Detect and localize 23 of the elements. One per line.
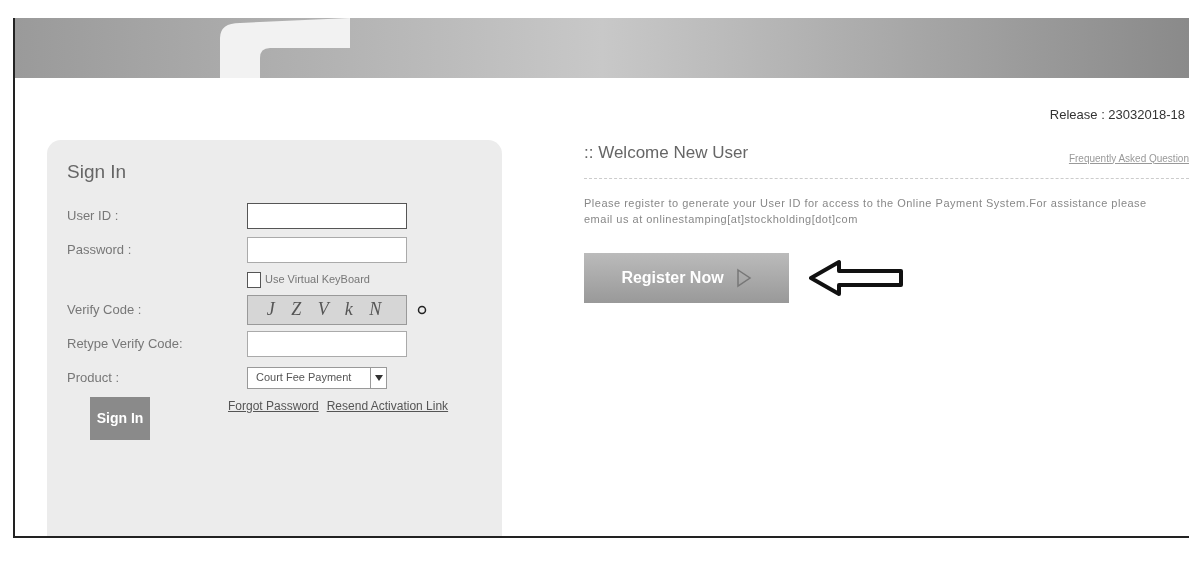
input-field[interactable] — [247, 202, 407, 229]
register-message: Please register to generate your User ID for access to the Online Payment System.For assistance please email us at onlinestamping[at]stockholding[dot]com — [584, 195, 1148, 227]
checkbox-label: Use Virtual KeyBoard — [265, 272, 370, 288]
input-field[interactable] — [247, 236, 407, 263]
field-label: Product : — [67, 368, 121, 387]
checkbox[interactable] — [247, 271, 261, 288]
product-select[interactable]: Court Fee Payment — [247, 366, 387, 389]
sign-in-button[interactable]: Sign In — [90, 396, 150, 440]
play-triangle-icon — [735, 267, 752, 288]
arrow-icon — [809, 257, 905, 298]
text-link[interactable]: Resend Activation Link — [326, 396, 449, 415]
input-field[interactable] — [247, 330, 407, 357]
release-version: Release : 23032018-18 — [1049, 106, 1185, 124]
welcome-title: :: Welcome New User — [584, 142, 749, 164]
text-link[interactable]: Forgot Password — [228, 396, 319, 415]
sign-in-title: Sign In — [67, 160, 128, 184]
dropdown-arrow-icon — [374, 374, 383, 381]
refresh-icon[interactable] — [417, 304, 427, 315]
captcha-image: J Z V k N — [247, 294, 407, 325]
field-label: Password : — [67, 240, 133, 259]
field-label: Verify Code : — [67, 300, 143, 319]
field-label: Retype Verify Code: — [67, 334, 184, 353]
field-label: User ID : — [67, 206, 120, 225]
